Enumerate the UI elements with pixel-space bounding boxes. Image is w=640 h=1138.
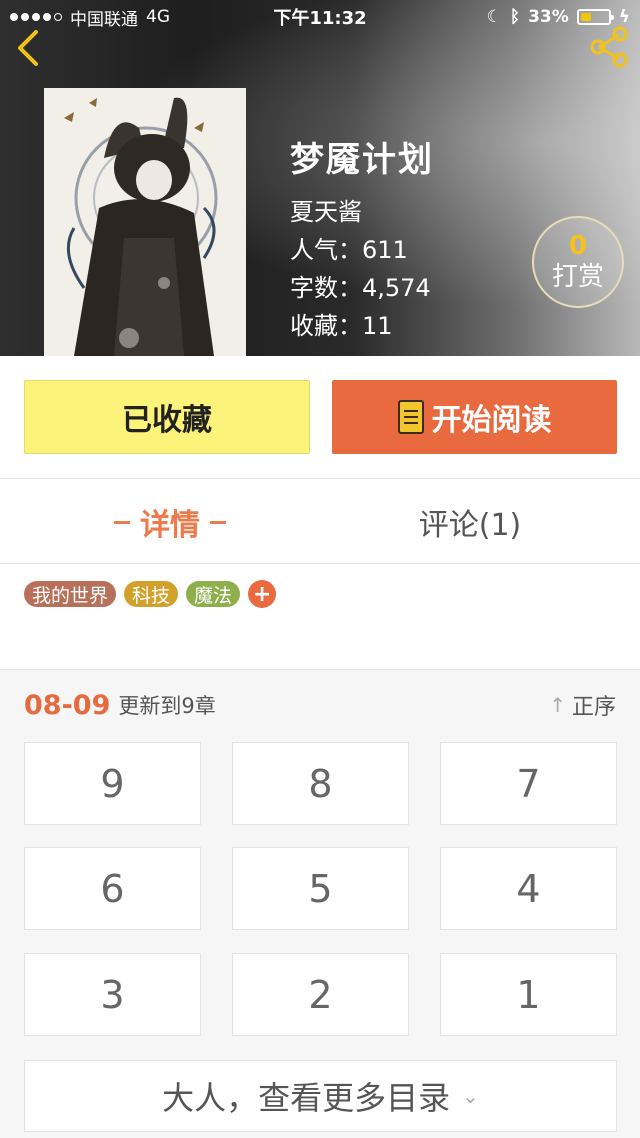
cover-illustration <box>44 88 246 356</box>
tab-detail-label: 详情 <box>140 508 200 543</box>
share-icon <box>590 26 628 68</box>
chapter-update-row: 08-09 更新到9章 ↑ 正序 <box>0 670 640 740</box>
start-reading-button[interactable]: 开始阅读 <box>332 380 617 454</box>
book-cover[interactable] <box>44 88 246 356</box>
share-button[interactable] <box>588 26 630 68</box>
back-arrow-icon <box>18 30 38 66</box>
arrow-up-icon: ↑ <box>549 693 566 717</box>
tip-label: 打赏 <box>551 262 604 292</box>
chapter-cell[interactable]: 2 <box>232 953 409 1036</box>
tag-item[interactable]: 魔法 <box>186 581 241 607</box>
chapter-cell[interactable]: 8 <box>232 742 409 825</box>
book-popularity: 人气：611 <box>290 236 408 264</box>
tab-indicator-left <box>114 520 130 524</box>
tag-item[interactable]: 科技 <box>124 581 179 607</box>
chapter-cell[interactable]: 9 <box>24 742 201 825</box>
tag-list: 我的世界 科技 魔法 + <box>24 580 277 608</box>
tab-comments-label: 评论(1) <box>418 508 522 543</box>
chevron-down-icon: ⌄ <box>462 1084 479 1108</box>
book-favorites: 收藏：11 <box>290 312 393 340</box>
tags-section: 我的世界 科技 魔法 + <box>0 564 640 670</box>
book-info: 梦魇计划 夏天酱 人气：611 字数：4,574 收藏：11 <box>290 132 434 345</box>
tab-indicator-right <box>210 520 226 524</box>
chapter-cell[interactable]: 1 <box>440 953 617 1036</box>
chapter-cell[interactable]: 7 <box>440 742 617 825</box>
book-icon <box>397 400 424 434</box>
battery-icon <box>576 9 614 25</box>
book-title: 梦魇计划 <box>290 140 434 180</box>
tip-button[interactable]: 0 打赏 <box>532 216 624 308</box>
more-chapters-label: 大人，查看更多目录 <box>162 1079 451 1117</box>
action-bar: 已收藏 开始阅读 <box>0 356 640 478</box>
start-reading-label: 开始阅读 <box>431 403 552 438</box>
add-tag-button[interactable]: + <box>248 580 277 608</box>
chapter-cell[interactable]: 6 <box>24 847 201 930</box>
chapter-cell[interactable]: 4 <box>440 847 617 930</box>
tab-comments[interactable]: 评论(1) <box>300 479 640 565</box>
favorite-button-label: 已收藏 <box>122 403 212 438</box>
book-author[interactable]: 夏天酱 <box>290 193 434 231</box>
update-text: 更新到9章 <box>118 694 216 718</box>
status-bar: 中国联通 4G 下午11:32 ☾ ᛒ 33% ϟ <box>0 0 640 34</box>
sort-label: 正序 <box>571 695 616 720</box>
tab-detail[interactable]: 详情 <box>0 479 340 565</box>
update-date: 08-09 <box>24 689 111 721</box>
tip-count: 0 <box>568 231 588 261</box>
back-button[interactable] <box>12 28 48 68</box>
book-word-count: 字数：4,574 <box>290 274 431 302</box>
sort-button[interactable]: ↑ 正序 <box>549 689 616 721</box>
more-chapters-button[interactable]: 大人，查看更多目录 ⌄ <box>24 1060 617 1132</box>
chapter-cell[interactable]: 3 <box>24 953 201 1036</box>
favorite-button[interactable]: 已收藏 <box>24 380 310 454</box>
tag-item[interactable]: 我的世界 <box>24 581 117 607</box>
clock: 下午11:32 <box>273 8 367 29</box>
chapter-cell[interactable]: 5 <box>232 847 409 930</box>
tab-bar: 详情 评论(1) <box>0 478 640 564</box>
